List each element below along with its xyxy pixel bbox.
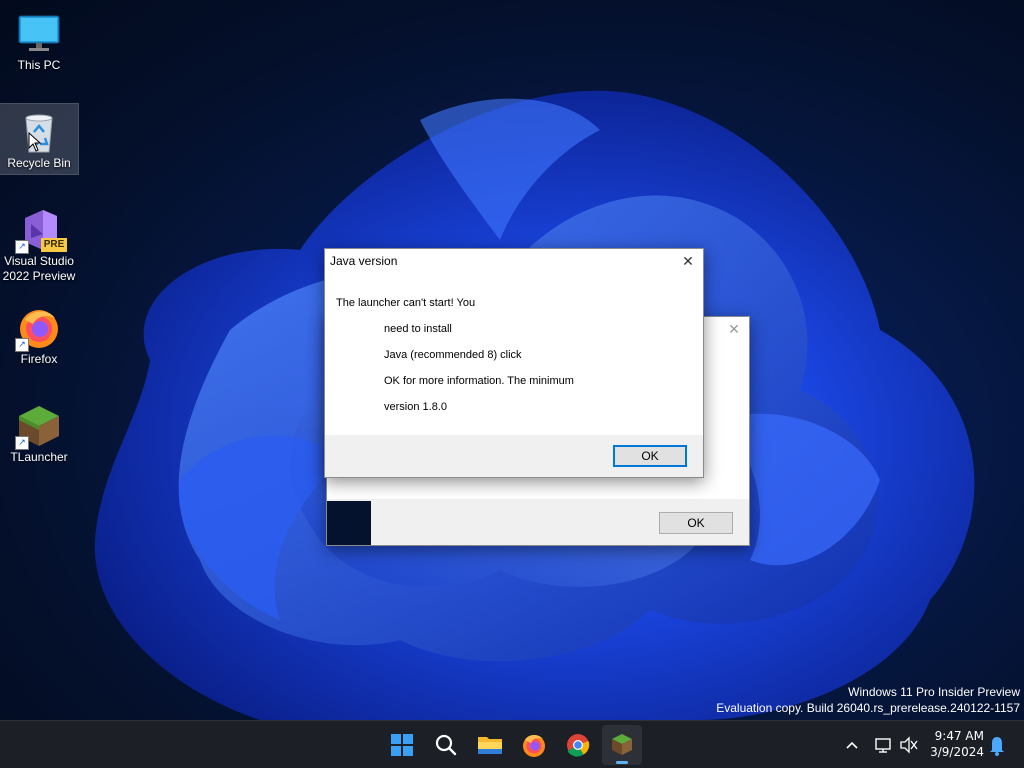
volume-muted-icon bbox=[900, 736, 918, 754]
chevron-up-icon bbox=[846, 741, 858, 749]
bell-icon bbox=[990, 737, 1004, 756]
message-line: The launcher can't start! You bbox=[336, 297, 476, 309]
clock-date: 3/9/2024 bbox=[930, 745, 984, 759]
clock-time: 9:47 AM bbox=[934, 729, 984, 743]
show-hidden-icons-button[interactable] bbox=[840, 721, 864, 768]
desktop-icon-tlauncher[interactable]: ↗ TLauncher bbox=[0, 398, 78, 468]
desktop-icon-firefox[interactable]: ↗ Firefox bbox=[0, 300, 78, 370]
message-line: version 1.8.0 bbox=[384, 401, 447, 413]
desktop-icon-label: This PC bbox=[17, 58, 61, 72]
tlauncher-icon: ↗ bbox=[15, 404, 61, 450]
visual-studio-icon: PRE ↗ bbox=[15, 208, 67, 254]
desktop-icon-visual-studio[interactable]: PRE ↗ Visual Studio 2022 Preview bbox=[0, 202, 78, 286]
taskbar: 9:47 AM 3/9/2024 bbox=[0, 720, 1024, 768]
message-line: need to install bbox=[384, 323, 452, 335]
dialog-title: Java version bbox=[330, 254, 398, 268]
network-icon bbox=[875, 738, 891, 753]
monitor-icon bbox=[17, 12, 61, 56]
windows-watermark: Windows 11 Pro Insider Preview Evaluatio… bbox=[716, 684, 1020, 716]
dialog-back-ok-button[interactable]: OK bbox=[659, 512, 733, 534]
active-indicator bbox=[616, 761, 628, 764]
shortcut-arrow-icon: ↗ bbox=[15, 240, 29, 254]
firefox-icon: ↗ bbox=[15, 306, 61, 352]
desktop-icon-label: Firefox bbox=[20, 352, 58, 366]
shortcut-arrow-icon: ↗ bbox=[15, 436, 29, 450]
preview-badge: PRE bbox=[41, 238, 67, 252]
java-version-dialog: Java version ✕ The launcher can't start!… bbox=[324, 248, 704, 478]
chrome-icon bbox=[567, 734, 590, 757]
chrome-taskbar-button[interactable] bbox=[558, 725, 598, 765]
dialog-back-close-button[interactable]: ✕ bbox=[719, 317, 749, 341]
message-line: OK for more information. The minimum bbox=[384, 375, 574, 387]
file-explorer-button[interactable] bbox=[470, 725, 510, 765]
network-button[interactable] bbox=[872, 721, 894, 768]
tlauncher-icon bbox=[612, 734, 632, 755]
desktop-icon-this-pc[interactable]: This PC bbox=[0, 6, 78, 76]
firefox-taskbar-button[interactable] bbox=[514, 725, 554, 765]
watermark-line-2: Evaluation copy. Build 26040.rs_prerelea… bbox=[716, 701, 1020, 715]
dialog-message: The launcher can't start! You need to in… bbox=[325, 273, 703, 435]
desktop-icon-label: TLauncher bbox=[10, 450, 68, 464]
desktop: This PC Recycle Bin PRE ↗ Visual Studio … bbox=[0, 0, 1024, 720]
ok-button[interactable]: OK bbox=[613, 445, 687, 467]
firefox-icon bbox=[523, 734, 545, 757]
start-icon bbox=[391, 734, 413, 756]
volume-button[interactable] bbox=[898, 721, 920, 768]
mouse-cursor-icon bbox=[28, 132, 42, 152]
dialog-close-button[interactable]: ✕ bbox=[673, 249, 703, 273]
search-icon bbox=[435, 734, 457, 756]
start-button[interactable] bbox=[382, 725, 422, 765]
clock[interactable]: 9:47 AM 3/9/2024 bbox=[930, 728, 984, 760]
dialog-back-cutout bbox=[327, 501, 371, 545]
desktop-icon-label: Recycle Bin bbox=[7, 156, 71, 170]
watermark-line-1: Windows 11 Pro Insider Preview bbox=[848, 685, 1020, 699]
notifications-button[interactable] bbox=[986, 721, 1008, 768]
desktop-icon-label: Visual Studio 2022 Preview bbox=[2, 254, 76, 283]
file-explorer-icon bbox=[478, 737, 502, 754]
search-button[interactable] bbox=[426, 725, 466, 765]
shortcut-arrow-icon: ↗ bbox=[15, 338, 29, 352]
tlauncher-taskbar-button[interactable] bbox=[602, 725, 642, 765]
dialog-titlebar: Java version ✕ bbox=[325, 249, 703, 273]
message-line: Java (recommended 8) click bbox=[384, 349, 522, 361]
